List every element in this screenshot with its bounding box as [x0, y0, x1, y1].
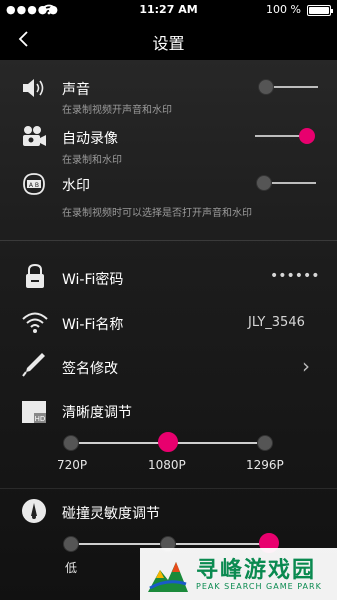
- pen-icon: [22, 353, 45, 377]
- speaker-icon: [23, 79, 44, 97]
- lock-icon: [26, 263, 44, 288]
- svg-text:A B: A B: [29, 182, 39, 189]
- section-divider: [0, 240, 337, 241]
- auto-record-toggle[interactable]: [255, 128, 315, 144]
- resolution-option-720p[interactable]: [63, 435, 79, 451]
- resolution-label: 清晰度调节: [62, 405, 132, 421]
- wifi-name-value[interactable]: JLY_3546: [248, 315, 305, 330]
- battery-icon: [307, 5, 333, 16]
- resolution-label-1080p: 1080P: [148, 458, 186, 472]
- camera-icon: [23, 126, 46, 146]
- watermark-description: 在录制视频时可以选择是否打开声音和水印: [62, 208, 252, 219]
- signature-label: 签名修改: [62, 361, 118, 377]
- toggle-knob[interactable]: [256, 175, 272, 191]
- sound-label: 声音: [62, 82, 90, 98]
- wifi-password-value[interactable]: ••••••: [270, 268, 320, 284]
- wifi-name-label: Wi-Fi名称: [62, 317, 124, 333]
- auto-record-label: 自动录像: [62, 131, 118, 147]
- wifi-icon: [22, 312, 48, 333]
- watermark-toggle[interactable]: [256, 175, 316, 191]
- toggle-knob[interactable]: [299, 128, 315, 144]
- watermark-label: 水印: [62, 178, 90, 194]
- resolution-option-1080p[interactable]: [158, 432, 178, 452]
- watermark-sub-text: PEAK SEARCH GAME PARK: [196, 582, 322, 591]
- section-divider: [0, 488, 337, 489]
- svg-text:HD: HD: [35, 415, 46, 423]
- watermark-main-text: 寻峰游戏园: [196, 558, 317, 583]
- auto-record-description: 在录制和水印: [62, 155, 122, 166]
- site-watermark: 寻峰游戏园 PEAK SEARCH GAME PARK: [140, 548, 337, 600]
- wifi-password-label: Wi-Fi密码: [62, 272, 124, 288]
- resolution-label-1296p: 1296P: [246, 458, 284, 472]
- chevron-right-icon[interactable]: ›: [302, 354, 310, 378]
- nav-header: 设置: [0, 20, 337, 60]
- toggle-knob[interactable]: [258, 79, 274, 95]
- status-bar: ●●●●● 11:27 AM 100 %: [0, 0, 337, 20]
- watermark-icon: A B: [23, 173, 45, 195]
- sound-description: 在录制视频开声音和水印: [62, 105, 172, 116]
- sensitivity-label: 碰撞灵敏度调节: [62, 506, 160, 522]
- resolution-label-720p: 720P: [57, 458, 88, 472]
- battery-percentage: 100 %: [266, 3, 301, 16]
- page-title: 设置: [152, 34, 185, 53]
- resolution-option-1296p[interactable]: [257, 435, 273, 451]
- sensitivity-label-low: 低: [65, 561, 78, 575]
- gauge-icon: [22, 499, 46, 523]
- mountain-logo-icon: [148, 562, 188, 592]
- hd-icon: HD: [22, 401, 46, 423]
- sensitivity-option-low[interactable]: [63, 536, 79, 552]
- sound-toggle[interactable]: [258, 79, 318, 95]
